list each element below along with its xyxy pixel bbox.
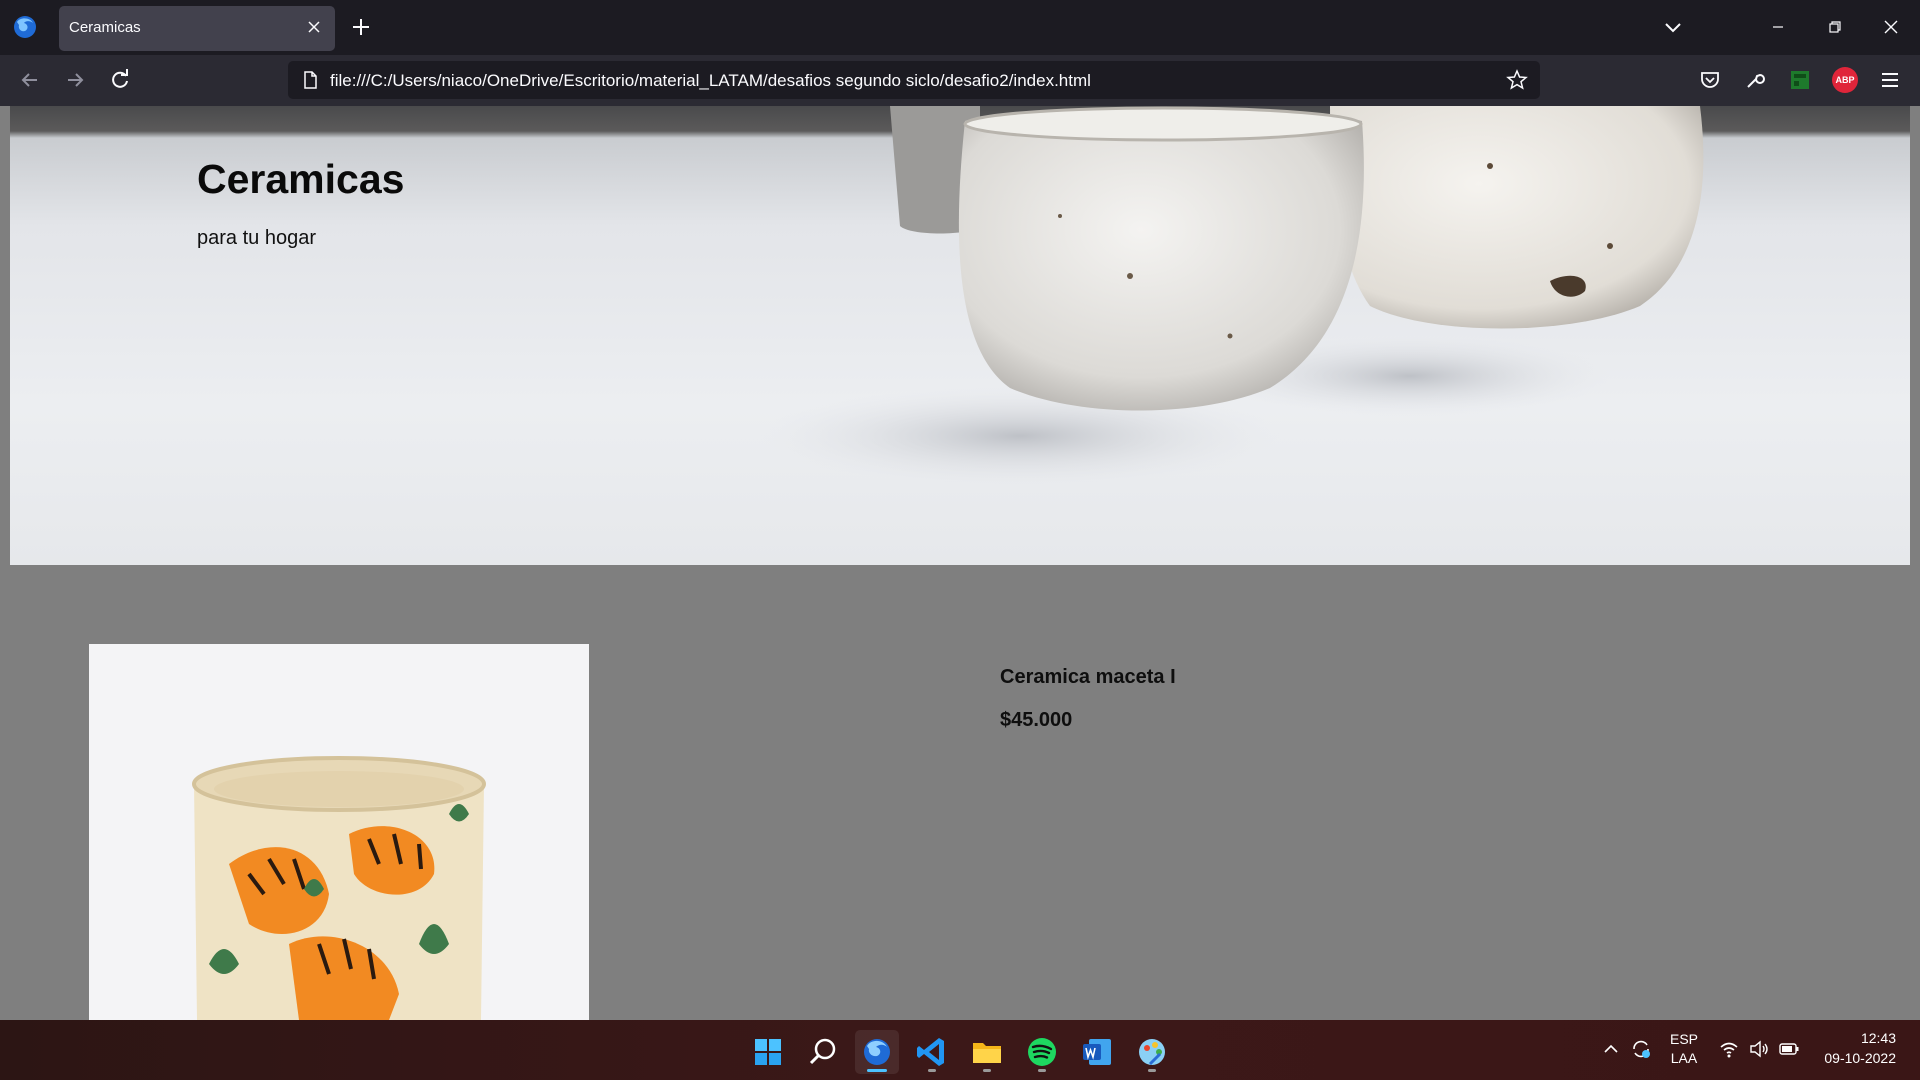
taskbar-word[interactable] — [1075, 1030, 1119, 1074]
folder-icon — [973, 1043, 1001, 1063]
close-window-icon[interactable] — [1878, 14, 1904, 40]
running-indicator — [1038, 1069, 1046, 1072]
language-code: ESP — [1669, 1031, 1698, 1047]
hero-subtitle: para tu hogar — [197, 227, 316, 249]
running-indicator — [1148, 1069, 1156, 1072]
firefox-taskbar-icon — [864, 1039, 890, 1065]
language-indicator[interactable]: ESP LAA — [1668, 1030, 1700, 1068]
new-tab-icon[interactable] — [350, 16, 372, 38]
clock-date: 09-10-2022 — [1824, 1050, 1896, 1066]
tools-icon[interactable] — [1742, 67, 1768, 93]
tab-close-icon[interactable] — [305, 18, 323, 36]
running-indicator — [928, 1069, 936, 1072]
minimize-icon[interactable] — [1765, 14, 1791, 40]
hero-title: Ceramicas — [197, 156, 405, 202]
taskbar-paint[interactable] — [1130, 1030, 1174, 1074]
page-icon — [304, 71, 317, 89]
keyboard-layout: LAA — [1670, 1050, 1698, 1066]
running-indicator — [983, 1069, 991, 1072]
paint-icon — [1139, 1039, 1165, 1066]
chevron-up-icon[interactable] — [1600, 1038, 1622, 1060]
menu-icon[interactable] — [1877, 67, 1903, 93]
word-icon — [1083, 1039, 1111, 1065]
windows-taskbar: ESP LAA 12:43 09-10-2022 — [0, 1020, 1920, 1080]
navigation-toolbar: file:///C:/Users/niaco/OneDrive/Escritor… — [0, 55, 1920, 106]
windows-start-icon — [755, 1039, 781, 1065]
search-button[interactable] — [801, 1030, 845, 1074]
clock-time: 12:43 — [1860, 1030, 1896, 1046]
pocket-icon[interactable] — [1697, 67, 1723, 93]
taskbar-vscode[interactable] — [910, 1030, 954, 1074]
taskbar-firefox[interactable] — [855, 1030, 899, 1074]
restore-icon[interactable] — [1822, 14, 1848, 40]
system-clock[interactable]: 12:43 09-10-2022 — [1824, 1028, 1896, 1068]
product-name: Ceramica maceta I — [1000, 666, 1176, 688]
tab-bar: Ceramicas — [0, 0, 1920, 55]
forward-icon[interactable] — [62, 67, 88, 93]
firefox-icon[interactable] — [12, 14, 38, 40]
url-bar[interactable]: file:///C:/Users/niaco/OneDrive/Escritor… — [288, 61, 1540, 99]
product-price: $45.000 — [1000, 709, 1073, 731]
sync-icon[interactable] — [1630, 1038, 1652, 1060]
reload-icon[interactable] — [107, 67, 133, 93]
tab-ceramicas[interactable]: Ceramicas — [59, 6, 335, 51]
spotify-icon — [1028, 1038, 1056, 1066]
start-button[interactable] — [746, 1030, 790, 1074]
page-viewport: Ceramicas para tu hogar Ceramica maceta … — [0, 106, 1920, 1020]
tab-title: Ceramicas — [69, 19, 141, 36]
bookmark-star-icon[interactable] — [1506, 69, 1528, 91]
taskbar-spotify[interactable] — [1020, 1030, 1064, 1074]
hero-banner: Ceramicas para tu hogar — [10, 106, 1910, 565]
vscode-icon — [917, 1038, 944, 1066]
tab-list-icon[interactable] — [1660, 14, 1686, 40]
active-indicator — [867, 1069, 887, 1072]
search-icon — [809, 1038, 836, 1065]
back-icon[interactable] — [17, 67, 43, 93]
product-image — [89, 644, 589, 1020]
volume-icon[interactable] — [1748, 1038, 1770, 1060]
adblock-icon[interactable]: ABP — [1832, 67, 1858, 93]
tiger-pot-image — [89, 644, 589, 1020]
battery-icon[interactable] — [1778, 1038, 1800, 1060]
url-text[interactable]: file:///C:/Users/niaco/OneDrive/Escritor… — [330, 71, 1091, 91]
wifi-icon[interactable] — [1718, 1038, 1740, 1060]
taskbar-file-explorer[interactable] — [965, 1030, 1009, 1074]
extension-icon[interactable] — [1787, 67, 1813, 93]
